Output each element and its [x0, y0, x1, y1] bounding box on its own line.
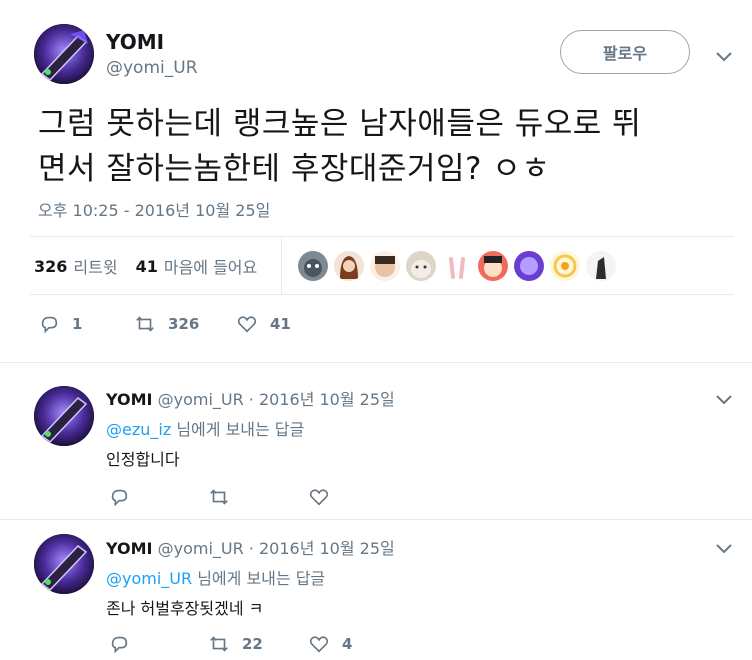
- reply-handle-date[interactable]: @yomi_UR · 2016년 10월 25일: [158, 390, 395, 409]
- liker-avatar[interactable]: [406, 251, 436, 281]
- divider: [30, 294, 734, 295]
- tweet-text-line: 면서 잘하는놈한테 후장대준거임? ㅇㅎ: [38, 151, 551, 187]
- liker-avatar[interactable]: [478, 251, 508, 281]
- reply-header: YOMI @yomi_UR · 2016년 10월 25일: [106, 535, 395, 559]
- heart-icon: [309, 636, 329, 653]
- like-count: 4: [342, 635, 353, 653]
- chevron-down-icon[interactable]: [713, 45, 735, 67]
- tweet-text: 그럼 못하는데 랭크높은 남자애들은 듀오로 뛰 면서 잘하는놈한테 후장대준거…: [38, 102, 738, 192]
- reply-actions: [108, 486, 342, 508]
- reply-header: YOMI @yomi_UR · 2016년 10월 25일: [106, 386, 395, 410]
- retweet-button[interactable]: 22: [208, 633, 308, 655]
- retweet-count: 326: [168, 315, 200, 333]
- reply-to-user-link[interactable]: @yomi_UR: [106, 569, 192, 588]
- reply-actions: 22 4: [108, 633, 352, 655]
- reply-to-suffix: 님에게 보내는 답글: [171, 420, 305, 439]
- reply-button[interactable]: [108, 486, 208, 508]
- like-stat-count[interactable]: 41: [136, 257, 158, 276]
- liker-avatar[interactable]: [550, 251, 580, 281]
- reply-text: 존나 허벌후장됫겠네 ㅋ: [106, 599, 264, 618]
- reply-to-suffix: 님에게 보내는 답글: [192, 569, 326, 588]
- liker-avatar[interactable]: [514, 251, 544, 281]
- author-avatar[interactable]: [34, 24, 94, 84]
- reply-text: 인정합니다: [106, 450, 180, 469]
- author-handle[interactable]: @yomi_UR: [106, 58, 198, 78]
- retweet-icon: [210, 636, 228, 652]
- reply-to-line: @yomi_UR 님에게 보내는 답글: [106, 565, 325, 589]
- liker-avatar[interactable]: [298, 251, 328, 281]
- retweet-button[interactable]: 326: [134, 313, 236, 335]
- tweet-actions: 1 326 41: [38, 313, 291, 335]
- retweet-icon: [136, 316, 154, 332]
- retweet-stat-count[interactable]: 326: [34, 257, 67, 276]
- heart-icon: [237, 316, 257, 333]
- retweet-count: 22: [242, 635, 263, 653]
- chevron-down-icon[interactable]: [713, 537, 735, 559]
- liker-avatar[interactable]: [442, 251, 472, 281]
- tweet-stats: 326 리트윗 41 마음에 들어요: [34, 254, 257, 278]
- like-stat-label[interactable]: 마음에 들어요: [164, 254, 257, 278]
- divider: [0, 362, 752, 363]
- tweet-text-line: 그럼 못하는데 랭크높은 남자애들은 듀오로 뛰: [38, 106, 642, 142]
- like-button[interactable]: 41: [236, 313, 291, 335]
- liker-avatar[interactable]: [586, 251, 616, 281]
- liker-avatar[interactable]: [334, 251, 364, 281]
- reply-button[interactable]: 1: [38, 313, 134, 335]
- reply-author-name[interactable]: YOMI: [106, 390, 153, 409]
- follow-button[interactable]: 팔로우: [560, 30, 690, 74]
- reply-icon: [111, 489, 128, 507]
- like-button[interactable]: [308, 486, 342, 508]
- divider: [0, 519, 752, 520]
- divider: [30, 236, 734, 237]
- reply-icon: [41, 316, 58, 334]
- reply-avatar[interactable]: [34, 386, 94, 446]
- retweet-icon: [210, 489, 228, 505]
- liker-avatar[interactable]: [370, 251, 400, 281]
- stats-divider: [281, 236, 282, 294]
- retweet-stat-label[interactable]: 리트윗: [73, 254, 117, 278]
- reply-count: 1: [72, 315, 83, 333]
- reply-to-user-link[interactable]: @ezu_iz: [106, 420, 171, 439]
- tweet-timestamp[interactable]: 오후 10:25 - 2016년 10월 25일: [38, 197, 270, 221]
- chevron-down-icon[interactable]: [713, 388, 735, 410]
- reply-handle-date[interactable]: @yomi_UR · 2016년 10월 25일: [158, 539, 395, 558]
- author-name[interactable]: YOMI: [106, 30, 164, 54]
- like-count: 41: [270, 315, 291, 333]
- reply-author-name[interactable]: YOMI: [106, 539, 153, 558]
- retweet-button[interactable]: [208, 486, 308, 508]
- reply-to-line: @ezu_iz 님에게 보내는 답글: [106, 416, 304, 440]
- heart-icon: [309, 489, 329, 506]
- like-button[interactable]: 4: [308, 633, 352, 655]
- reply-icon: [111, 636, 128, 654]
- reply-button[interactable]: [108, 633, 208, 655]
- reply-avatar[interactable]: [34, 534, 94, 594]
